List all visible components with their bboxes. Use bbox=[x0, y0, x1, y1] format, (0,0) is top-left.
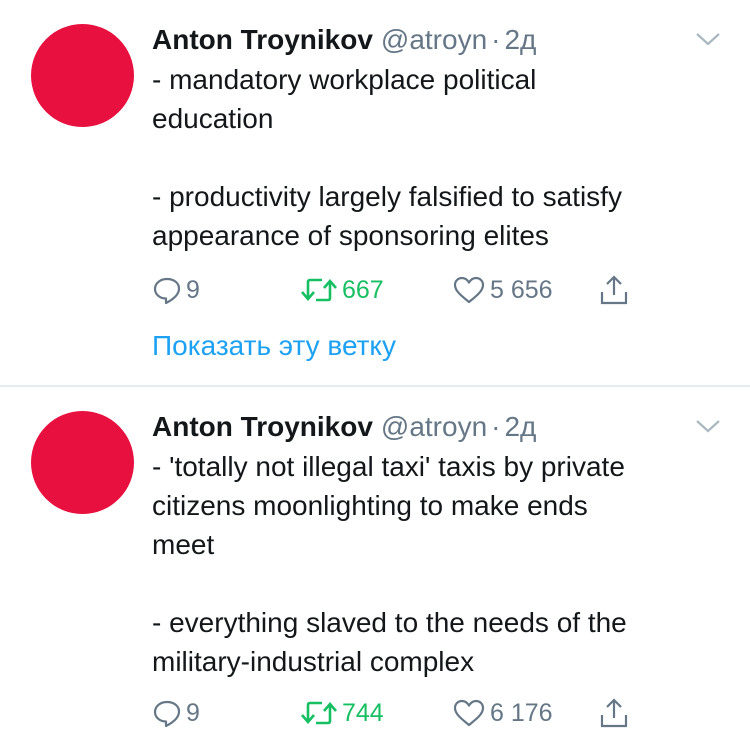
retweet-count: 667 bbox=[342, 275, 384, 304]
show-thread-link[interactable]: Показать эту ветку bbox=[152, 329, 396, 363]
like-icon bbox=[453, 699, 485, 727]
retweet-icon bbox=[301, 278, 337, 302]
reply-button[interactable]: 9 bbox=[152, 273, 200, 307]
author-name[interactable]: Anton Troynikov bbox=[152, 409, 373, 445]
tweet[interactable]: Anton Troynikov @atroyn · 2д - 'totally … bbox=[0, 387, 750, 740]
tweet-text: - mandatory workplace political educatio… bbox=[152, 64, 622, 251]
reply-icon bbox=[153, 700, 181, 728]
separator-dot: · bbox=[491, 24, 501, 55]
author-handle[interactable]: @atroyn bbox=[381, 22, 487, 58]
chevron-down-icon[interactable] bbox=[695, 30, 721, 48]
tweet-header: Anton Troynikov @atroyn · 2д bbox=[152, 409, 536, 445]
reply-count: 9 bbox=[186, 275, 200, 304]
chevron-down-icon[interactable] bbox=[695, 417, 721, 435]
share-button[interactable] bbox=[598, 696, 630, 730]
reply-icon bbox=[153, 277, 181, 305]
reply-button[interactable]: 9 bbox=[152, 696, 200, 730]
avatar[interactable] bbox=[31, 411, 134, 514]
tweet-actions: 9 667 5 656 bbox=[152, 273, 652, 307]
share-icon bbox=[600, 275, 628, 305]
tweet[interactable]: Anton Troynikov @atroyn · 2д - mandatory… bbox=[0, 0, 750, 386]
tweet-actions: 9 744 6 176 bbox=[152, 696, 652, 730]
reply-count: 9 bbox=[186, 698, 200, 727]
like-button[interactable]: 6 176 bbox=[452, 696, 553, 730]
like-count: 5 656 bbox=[490, 275, 553, 304]
retweet-icon bbox=[301, 701, 337, 725]
retweet-button[interactable]: 667 bbox=[300, 273, 384, 307]
author-name[interactable]: Anton Troynikov bbox=[152, 22, 373, 58]
timestamp[interactable]: 2д bbox=[504, 409, 536, 445]
separator-dot: · bbox=[491, 411, 501, 442]
avatar[interactable] bbox=[31, 24, 134, 127]
like-count: 6 176 bbox=[490, 698, 553, 727]
share-icon bbox=[600, 698, 628, 728]
timestamp[interactable]: 2д bbox=[504, 22, 536, 58]
retweet-count: 744 bbox=[342, 698, 384, 727]
like-button[interactable]: 5 656 bbox=[452, 273, 553, 307]
tweet-header: Anton Troynikov @atroyn · 2д bbox=[152, 22, 536, 58]
retweet-button[interactable]: 744 bbox=[300, 696, 384, 730]
tweet-text: - 'totally not illegal taxi' taxis by pr… bbox=[152, 451, 627, 677]
share-button[interactable] bbox=[598, 273, 630, 307]
author-handle[interactable]: @atroyn bbox=[381, 409, 487, 445]
like-icon bbox=[453, 276, 485, 304]
